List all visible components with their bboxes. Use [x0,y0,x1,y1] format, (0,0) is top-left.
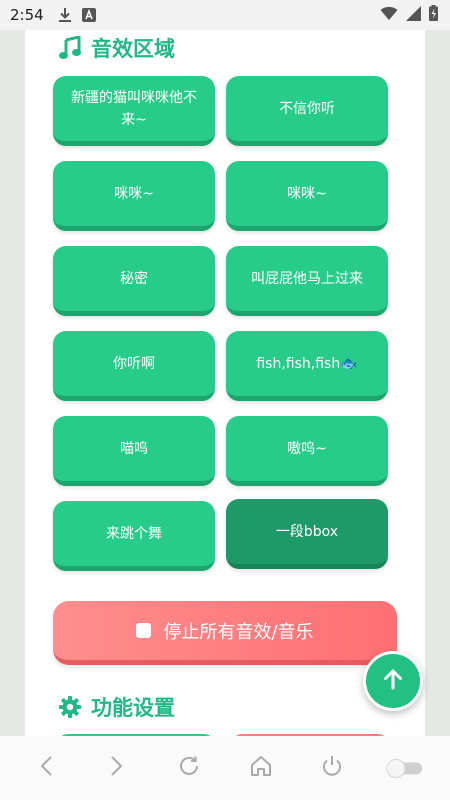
refresh-icon [177,754,201,782]
sound-button-label: 来跳个舞 [106,525,162,542]
power-icon [320,754,344,782]
battery-charging-icon [429,5,438,25]
gear-icon [59,696,81,718]
stop-all-label: 停止所有音效/音乐 [163,621,314,643]
sound-button-label: 嗷呜~ [287,440,327,457]
wifi-icon [380,6,398,25]
sound-button-label: 喵呜 [120,440,148,457]
sound-button-label: 一段bbox [275,523,339,540]
status-bar: 2:54 [0,0,450,30]
sound-section-title: 音效区域 [59,33,175,63]
back-button[interactable] [26,748,66,788]
sound-button[interactable]: 嗷呜~ [226,416,388,486]
sound-button[interactable]: 来跳个舞 [53,501,215,571]
main-content[interactable]: 音效区域 新疆的猫叫咪咪他不来~ 不信你听 咪咪~ 咪咪~ 秘密 叫屁屁他马上过… [0,30,450,736]
signal-icon [406,5,421,25]
back-icon [39,755,53,781]
sound-button[interactable]: 你听啊 [53,331,215,401]
forward-icon [110,755,124,781]
sound-button-label: 不信你听 [279,100,335,117]
sound-button-label: 咪咪~ [114,185,154,202]
sound-button-label: 秘密 [120,270,148,287]
browser-nav-bar [0,736,450,800]
download-icon [58,7,72,23]
sound-button[interactable]: 喵呜 [53,416,215,486]
status-time: 2:54 [10,6,44,24]
home-button[interactable] [241,748,281,788]
sound-button-label: 新疆的猫叫咪咪他不来~ [71,89,197,128]
settings-section-title: 功能设置 [59,692,175,722]
sound-button-label: 叫屁屁他马上过来 [251,270,363,287]
sound-button[interactable]: 咪咪~ [226,161,388,231]
sound-button-label: 你听啊 [113,355,155,372]
sound-button[interactable]: 秘密 [53,246,215,316]
scroll-top-button[interactable] [363,651,423,711]
sound-button[interactable]: 叫屁屁他马上过来 [226,246,388,316]
forward-button[interactable] [97,748,137,788]
power-button[interactable] [312,748,352,788]
sound-section-label: 音效区域 [91,37,175,61]
sound-button[interactable]: 新疆的猫叫咪咪他不来~ [53,76,215,146]
stop-all-button[interactable]: 停止所有音效/音乐 [53,601,397,665]
settings-section-label: 功能设置 [91,696,175,720]
sound-button[interactable]: 咪咪~ [53,161,215,231]
arrow-up-icon [381,667,405,695]
sound-button-label: fish,fish,fish🐟 [256,355,358,372]
sound-button[interactable]: 不信你听 [226,76,388,146]
stop-icon [136,623,152,638]
home-icon [249,754,273,782]
sound-button-label: 咪咪~ [287,185,327,202]
sound-button-pressed[interactable]: 一段bbox [226,499,388,569]
music-note-icon [59,36,81,60]
toggle-switch[interactable] [384,748,424,788]
sound-button[interactable]: fish,fish,fish🐟 [226,331,388,401]
notification-a-icon [81,8,96,22]
refresh-button[interactable] [169,748,209,788]
